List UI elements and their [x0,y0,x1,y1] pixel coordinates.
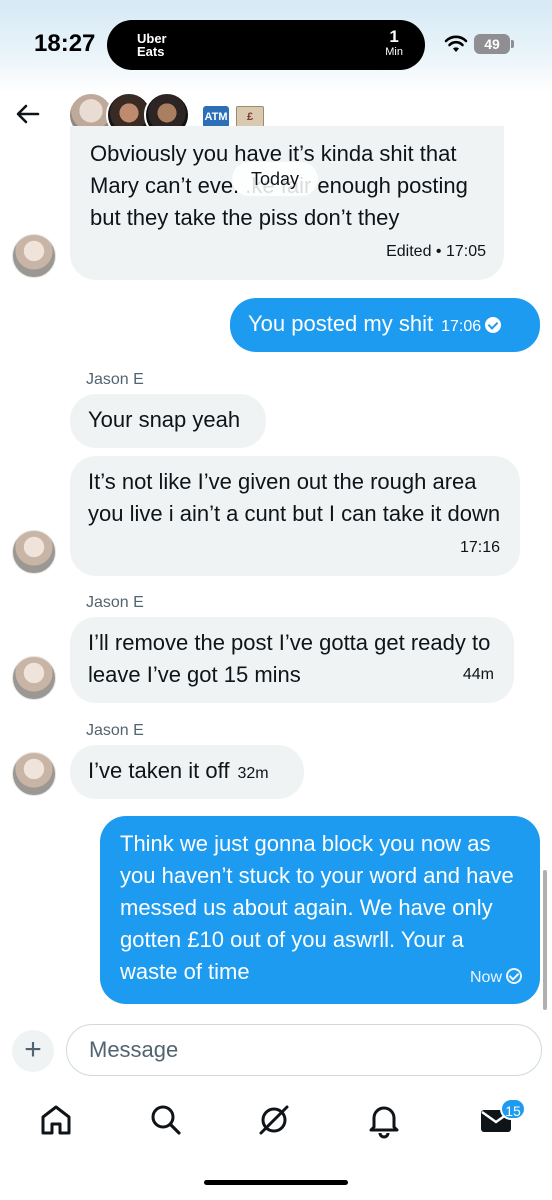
home-icon[interactable] [36,1100,76,1140]
message-bubble[interactable]: Your snap yeah [70,394,266,448]
message-timestamp-label: Now [469,969,502,986]
message-text: Your snap yeah [88,407,241,432]
avatar[interactable] [12,656,56,700]
uber-eats-logo: Uber Eats [137,31,167,59]
message-bubble[interactable]: You posted my shit 17:06 [230,298,540,352]
message-timestamp: Now [470,962,522,994]
money-emoji: £ [236,106,264,128]
eta-unit: Min [385,46,403,58]
message-input[interactable] [66,1024,542,1076]
message-text: I’ll remove the post I’ve gotta get read… [88,630,491,687]
message-text: You posted my shit [248,311,434,336]
sent-check-icon [506,968,522,984]
sender-name: Jason E [86,722,144,739]
notifications-icon[interactable] [364,1100,404,1140]
message-composer: + [0,1020,552,1082]
eta-count: 1 [389,27,399,46]
message-text: Think we just gonna block you now as you… [120,831,514,984]
message-bubble[interactable]: It’s not like I’ve given out the rough a… [70,456,520,576]
back-arrow-icon[interactable] [14,100,42,128]
avatar[interactable] [12,234,56,278]
message-timestamp: 17:16 [459,539,500,556]
sender-name: Jason E [86,371,144,388]
tab-bar [0,1092,552,1152]
grok-icon[interactable] [254,1100,294,1140]
message-bubble[interactable]: I’ll remove the post I’ve gotta get read… [70,617,514,703]
message-bubble[interactable]: Obviously you have it’s kinda shit that … [70,126,504,280]
status-bar: 18:27 Uber Eats 1 Min 49 [0,0,552,92]
live-activity-eta: 1 Min [385,27,403,59]
avatar[interactable] [12,752,56,796]
message-bubble[interactable]: Think we just gonna block you now as you… [100,816,540,1004]
dynamic-island-live-activity[interactable]: Uber Eats 1 Min [107,20,425,70]
avatar[interactable] [12,530,56,574]
date-separator: Today [232,162,318,196]
wifi-icon [444,35,468,52]
scrollbar[interactable] [543,870,547,1010]
message-bubble[interactable]: I’ve taken it off 32m [70,745,304,799]
message-timestamp: 17:06 [441,318,482,335]
message-timestamp: 32m [237,765,269,782]
message-timestamp: Edited • 17:05 [386,243,486,260]
message-text: I’ve taken it off [88,758,230,783]
home-indicator[interactable] [204,1180,348,1185]
status-time: 18:27 [34,30,96,57]
battery-icon: 49 [474,34,514,54]
sender-name: Jason E [86,594,144,611]
atm-emoji: ATM [203,106,229,128]
message-timestamp: 44m [462,666,494,683]
read-check-icon [485,317,502,333]
messages-unread-badge: 15 [500,1098,526,1120]
add-attachment-button[interactable]: + [12,1030,54,1072]
search-icon[interactable] [146,1100,186,1140]
message-text: It’s not like I’ve given out the rough a… [88,469,501,526]
